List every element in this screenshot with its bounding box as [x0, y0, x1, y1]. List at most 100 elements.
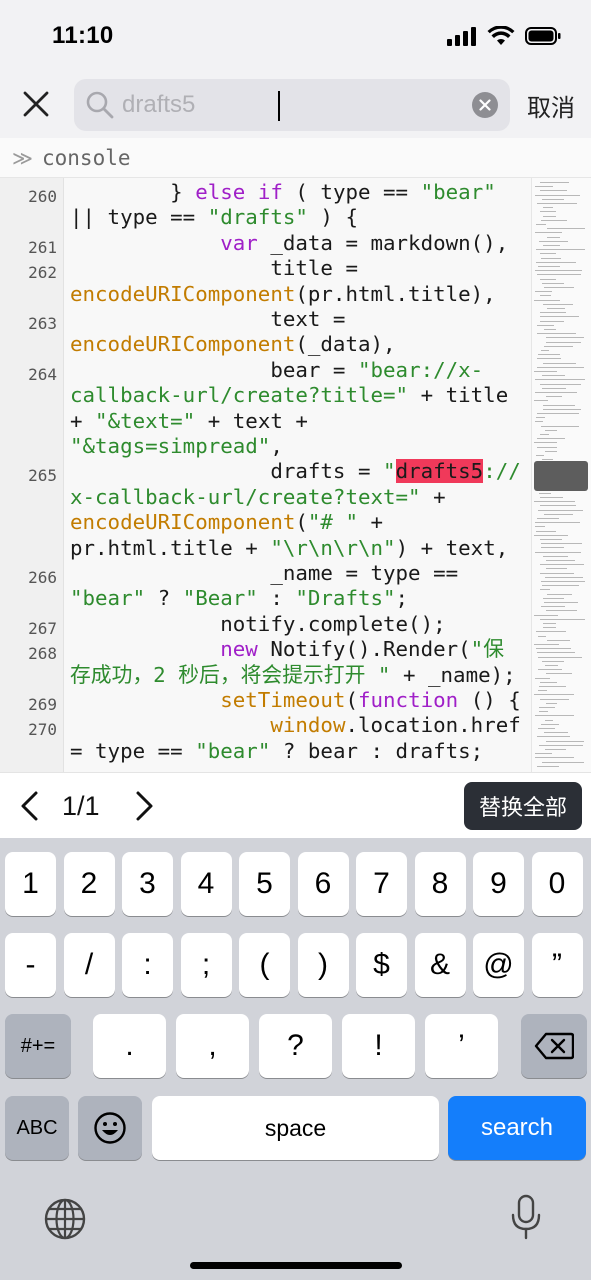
key-4[interactable]: 5 — [239, 852, 290, 916]
home-indicator — [190, 1262, 402, 1269]
next-match-button[interactable] — [130, 789, 158, 823]
minimap-line — [545, 749, 566, 750]
key-punctuation[interactable]: ? — [259, 1014, 332, 1078]
key-punctuation[interactable]: , — [176, 1014, 249, 1078]
key-symbol[interactable]: ) — [297, 933, 349, 997]
clear-search-button[interactable] — [472, 92, 498, 118]
code-line: } else if ( type == "bear" — [70, 180, 496, 205]
code-token: ? — [145, 586, 183, 611]
code-token: + _name); — [390, 662, 516, 687]
key-symbol[interactable]: / — [63, 933, 115, 997]
code-token: "保 — [470, 637, 504, 662]
code-token: function — [358, 688, 459, 712]
emoji-key[interactable] — [78, 1096, 142, 1160]
minimap-line — [539, 686, 566, 687]
code-token: "# " — [307, 510, 358, 535]
microphone-icon[interactable] — [510, 1194, 542, 1240]
key-punctuation[interactable]: ’ — [425, 1014, 498, 1078]
key-7[interactable]: 8 — [414, 852, 466, 916]
minimap-line — [534, 442, 557, 444]
console-bar[interactable]: ≫ console — [0, 138, 591, 178]
minimap-line — [543, 627, 556, 629]
globe-icon[interactable] — [44, 1198, 86, 1240]
code-line: + "&text=" + text + — [70, 409, 308, 434]
minimap-line — [540, 681, 557, 683]
key-symbol[interactable]: ( — [239, 933, 290, 997]
line-number: 260 — [28, 187, 57, 206]
key-5[interactable]: 6 — [297, 852, 349, 916]
code-minimap[interactable] — [531, 178, 591, 772]
key-6[interactable]: 7 — [356, 852, 407, 916]
minimap-line — [536, 224, 546, 225]
code-token: + — [420, 484, 446, 509]
key-punctuation[interactable]: . — [93, 1014, 166, 1078]
key-1[interactable]: 2 — [63, 852, 115, 916]
key-8[interactable]: 9 — [473, 852, 524, 916]
minimap-line — [546, 560, 575, 561]
code-editor[interactable]: ≫ console 260 } else if ( type == "bear"… — [0, 138, 591, 772]
key-2[interactable]: 3 — [122, 852, 173, 916]
minimap-line — [537, 366, 584, 368]
minimap-line — [540, 278, 556, 280]
minimap-line — [535, 270, 582, 272]
numeric-keyboard: #+= ABC space search 1 2 3 4 5 6 7 8 9 0 - /:;() $ & @… — [0, 838, 591, 1280]
previous-match-button[interactable] — [16, 789, 44, 823]
minimap-line — [537, 413, 579, 414]
code-token: } — [70, 180, 196, 204]
code-line: _name = type == — [70, 561, 458, 586]
minimap-line — [534, 614, 558, 616]
key-0[interactable]: 1 — [5, 852, 56, 916]
code-line: = type == "bear" ? bear : drafts; — [70, 739, 483, 764]
key-symbol[interactable]: : — [122, 933, 173, 997]
space-key[interactable]: space — [152, 1096, 439, 1160]
minimap-line — [535, 232, 562, 234]
abc-key[interactable]: ABC — [5, 1096, 69, 1160]
minimap-line — [540, 505, 576, 507]
minimap-line — [537, 765, 559, 767]
minimap-line — [543, 245, 560, 246]
chevron-left-icon — [21, 791, 38, 821]
code-token: || type == — [70, 205, 208, 230]
symbols-key[interactable]: #+= — [5, 1014, 71, 1078]
key-symbol[interactable]: ” — [531, 933, 583, 997]
key-9[interactable]: 0 — [531, 852, 583, 916]
key-3[interactable]: 4 — [180, 852, 232, 916]
minimap-line — [535, 421, 543, 423]
delete-key[interactable] — [521, 1014, 587, 1078]
key-symbol[interactable]: @ — [473, 933, 524, 997]
minimap-line — [547, 593, 572, 595]
search-key[interactable]: search — [448, 1096, 586, 1160]
key-symbol[interactable]: ; — [180, 933, 232, 997]
minimap-line — [547, 236, 560, 238]
key-symbol[interactable]: & — [414, 933, 466, 997]
minimap-line — [537, 324, 554, 326]
minimap-line — [535, 753, 552, 755]
code-token: ( — [345, 688, 358, 712]
minimap-line — [545, 719, 553, 721]
close-button[interactable] — [18, 86, 54, 122]
replace-all-button[interactable]: 替换全部 — [464, 782, 582, 830]
minimap-line — [537, 333, 576, 335]
minimap-line — [535, 551, 581, 553]
text-caret — [278, 91, 280, 121]
search-input[interactable] — [122, 79, 462, 131]
key-punctuation[interactable]: ! — [342, 1014, 415, 1078]
minimap-line — [542, 198, 564, 200]
minimap-line — [536, 417, 545, 419]
key-symbol[interactable]: $ — [356, 933, 407, 997]
cancel-button[interactable]: 取消 — [527, 88, 575, 123]
minimap-line — [542, 387, 566, 389]
code-token: "\r\n\r\n" — [270, 535, 396, 560]
code-line: setTimeout(function () { — [70, 688, 521, 713]
code-line: drafts = "drafts5:// — [70, 459, 521, 484]
minimap-line — [540, 497, 563, 498]
key-symbol[interactable]: - — [5, 933, 56, 997]
minimap-line — [539, 492, 551, 494]
search-box[interactable] — [74, 79, 510, 131]
code-token: ( type == — [282, 180, 421, 204]
line-number: 264 — [28, 364, 57, 384]
code-token: x-callback-url/create?text=" — [70, 484, 421, 509]
code-text[interactable]: 260 } else if ( type == "bear" || type ==… — [0, 178, 530, 772]
minimap-viewport[interactable] — [534, 461, 588, 491]
code-token: bear = — [70, 357, 358, 382]
